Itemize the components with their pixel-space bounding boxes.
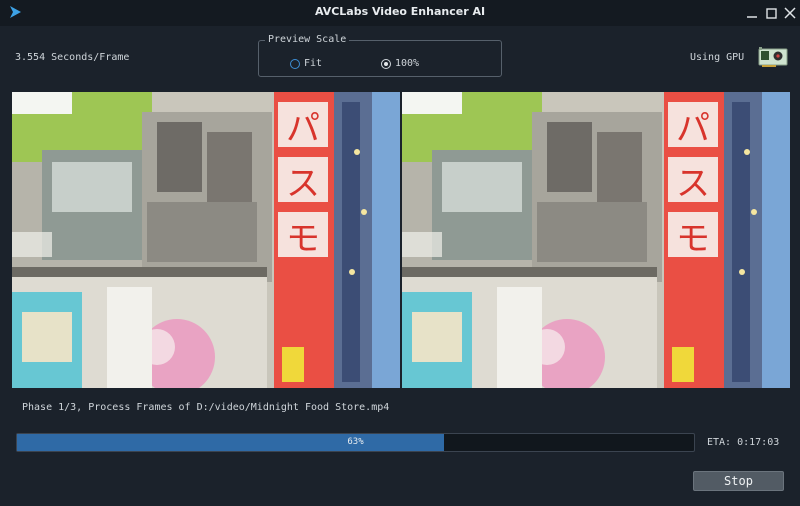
- title-bar: AVCLabs Video Enhancer AI: [0, 0, 800, 26]
- sign-glyph-1: パ: [286, 109, 320, 149]
- 100-percent-radio-label[interactable]: 100%: [395, 58, 419, 69]
- minimize-icon[interactable]: [744, 5, 760, 21]
- fit-radio[interactable]: [290, 59, 300, 69]
- window-title: AVCLabs Video Enhancer AI: [314, 5, 486, 18]
- eta-readout: ETA: 0:17:03: [707, 437, 780, 448]
- sign-glyph-2: ス: [676, 164, 710, 204]
- maximize-icon[interactable]: [764, 5, 780, 21]
- close-icon[interactable]: [782, 5, 798, 21]
- enhanced-preview: パ ス モ: [402, 92, 790, 388]
- fit-radio-label[interactable]: Fit: [304, 58, 322, 69]
- speed-readout: 3.554 Seconds/Frame: [15, 52, 130, 63]
- phase-status: Phase 1/3, Process Frames of D:/video/Mi…: [22, 402, 390, 413]
- 100-percent-radio[interactable]: [381, 59, 391, 69]
- sign-glyph-3: モ: [286, 219, 320, 259]
- gpu-label: Using GPU: [690, 52, 745, 63]
- gpu-card-icon: [758, 47, 788, 67]
- sign-glyph-1: パ: [676, 109, 710, 149]
- sign-glyph-2: ス: [286, 164, 320, 204]
- progress-bar: 63%: [16, 433, 695, 452]
- preview-scale-legend: Preview Scale: [265, 34, 350, 45]
- progress-percent: 63%: [347, 437, 364, 447]
- sign-glyph-3: モ: [676, 219, 710, 259]
- stop-button[interactable]: Stop: [693, 471, 784, 491]
- original-preview: パ ス モ: [12, 92, 400, 388]
